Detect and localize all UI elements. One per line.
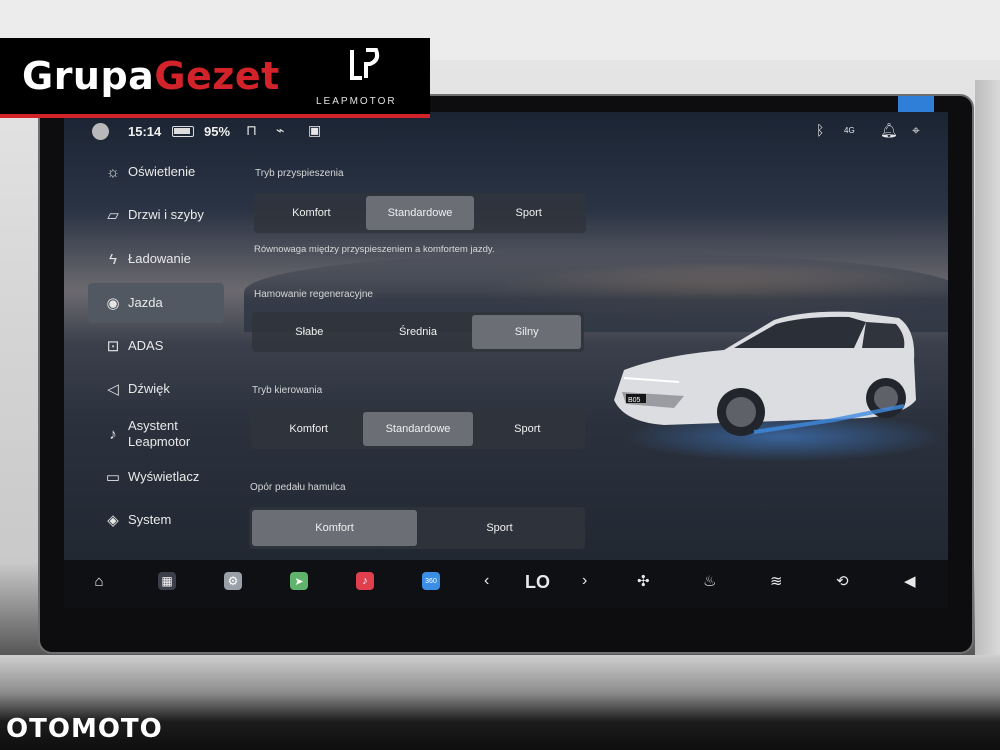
door-icon: ▱ (107, 207, 119, 224)
sidebar-item-doors[interactable]: ▱ Drzwi i szyby (88, 195, 224, 235)
acceleration-mode-title: Tryb przyspieszenia (255, 168, 344, 179)
layers-icon: ◈ (107, 512, 119, 529)
sidebar-item-lighting[interactable]: ☼ Oświetlenie (88, 152, 224, 192)
volume-icon[interactable]: ◀ (904, 572, 916, 590)
dealer-logo-banner: GrupaGezet LEAPMOTOR (0, 38, 430, 118)
charge-icon[interactable]: ⌁ (276, 122, 284, 139)
regen-option-medium[interactable]: Średnia (364, 315, 473, 349)
dealer-logo: GrupaGezet (22, 54, 280, 98)
leapmotor-logo-icon (350, 48, 380, 80)
sun-icon: ☼ (106, 163, 120, 181)
sidebar-item-label: Oświetlenie (128, 164, 196, 179)
steering-option-sport[interactable]: Sport (473, 412, 582, 446)
sidebar-item-label: System (128, 512, 172, 527)
sidebar-item-label: ADAS (128, 338, 164, 353)
steering-mode-selector: Komfort Standardowe Sport (251, 409, 585, 449)
brake-pedal-title: Opór pedału hamulca (250, 482, 346, 493)
camera-360-icon[interactable]: 360 (422, 572, 440, 590)
dealer-logo-part1: Grupa (22, 54, 155, 98)
sidebar-item-label: Asystent Leapmotor (128, 418, 190, 450)
settings-icon[interactable]: ⚙ (224, 572, 242, 590)
otomoto-watermark: OTOMOTO (6, 714, 163, 744)
sidebar-item-adas[interactable]: ⊡ ADAS (88, 326, 224, 366)
acceleration-mode-selector: Komfort Standardowe Sport (254, 193, 586, 233)
banner-accent-line (0, 114, 430, 118)
regen-option-weak[interactable]: Słabe (255, 315, 364, 349)
steering-mode-title: Tryb kierowania (252, 385, 323, 396)
regen-braking-title: Hamowanie regeneracyjne (254, 289, 373, 300)
recirculation-icon[interactable]: ⟲ (836, 572, 849, 590)
sidebar-item-charging[interactable]: ϟ Ładowanie (88, 239, 224, 279)
seat-heat-icon[interactable]: ♨ (703, 572, 716, 590)
camera-icon[interactable]: ▣ (308, 122, 321, 139)
bell-icon[interactable]: 🔔︎ (880, 122, 898, 139)
fan-icon[interactable]: ✣ (637, 572, 650, 590)
sidebar-item-display[interactable]: ▭ Wyświetlacz (88, 457, 224, 497)
steering-option-standard[interactable]: Standardowe (363, 412, 473, 446)
brake-option-comfort[interactable]: Komfort (252, 510, 417, 546)
regen-braking-selector: Słabe Średnia Silny (252, 312, 584, 352)
temp-increase-icon[interactable]: › (582, 572, 587, 590)
maps-icon[interactable]: ➤ (290, 572, 308, 590)
sidebar-item-label-line1: Asystent (128, 418, 178, 433)
acceleration-mode-description: Równowaga między przyspieszeniem a komfo… (254, 244, 495, 255)
adas-icon: ⊡ (106, 338, 120, 355)
home-icon[interactable]: ⌂ (90, 572, 108, 590)
user-icon[interactable] (92, 123, 109, 140)
signal-4g-icon: 4G (844, 126, 855, 135)
sidebar-item-label: Dźwięk (128, 381, 170, 396)
sidebar-item-sound[interactable]: ◁ Dźwięk (88, 369, 224, 409)
dealer-logo-part2: Gezet (154, 54, 280, 98)
battery-percent: 95% (204, 124, 231, 139)
steering-wheel-icon: ◉ (106, 295, 120, 312)
car-illustration: B05 (614, 311, 916, 436)
sidebar-item-label: Jazda (128, 295, 163, 310)
location-icon[interactable]: ⌖ (912, 122, 920, 139)
microphone-icon: ♪ (109, 425, 117, 443)
temperature-value: LO (525, 572, 550, 592)
bluetooth-icon[interactable]: ᛒ (816, 122, 824, 138)
acceleration-option-sport[interactable]: Sport (474, 196, 583, 230)
apps-grid-icon[interactable]: ▦ (158, 572, 176, 590)
dashboard-side (975, 80, 1000, 680)
bottom-dock: ⌂ ▦ ⚙ ➤ ♪ 360 ‹ LO › ✣ ♨ ≋ ⟲ ◀ (64, 560, 948, 608)
sidebar-item-label-line2: Leapmotor (128, 434, 191, 449)
acceleration-option-standard[interactable]: Standardowe (365, 196, 475, 230)
battery-icon (172, 126, 194, 137)
infotainment-screen: B05 15:14 95% ⊓ ⌁ ▣ ᛒ 4G 🔔︎ ⌖ ☼ Oświetle… (64, 112, 948, 560)
regen-option-strong[interactable]: Silny (472, 315, 582, 349)
sidebar-item-assistant[interactable]: ♪ Asystent Leapmotor (88, 412, 224, 456)
acceleration-option-comfort[interactable]: Komfort (257, 196, 366, 230)
sidebar-item-label: Wyświetlacz (128, 469, 200, 484)
leapmotor-wordmark: LEAPMOTOR (316, 96, 397, 107)
brake-option-sport[interactable]: Sport (417, 510, 582, 546)
charging-icon: ϟ (109, 250, 117, 268)
sidebar-item-system[interactable]: ◈ System (88, 500, 224, 540)
clock: 15:14 (128, 124, 162, 139)
sidebar-item-driving[interactable]: ◉ Jazda (88, 283, 224, 323)
temp-decrease-icon[interactable]: ‹ (484, 572, 489, 590)
status-bar: 15:14 95% ⊓ ⌁ ▣ ᛒ 4G 🔔︎ ⌖ (64, 112, 948, 152)
sidebar-item-label: Ładowanie (128, 251, 191, 266)
speaker-icon: ◁ (107, 381, 119, 398)
display-icon: ▭ (105, 469, 121, 486)
lock-icon[interactable]: ⊓ (246, 122, 257, 139)
brake-pedal-selector: Komfort Sport (249, 507, 585, 549)
steering-option-comfort[interactable]: Komfort (254, 412, 363, 446)
music-icon[interactable]: ♪ (356, 572, 374, 590)
car-badge: B05 (628, 397, 641, 404)
defrost-icon[interactable]: ≋ (770, 572, 783, 590)
sidebar-item-label: Drzwi i szyby (128, 207, 204, 222)
